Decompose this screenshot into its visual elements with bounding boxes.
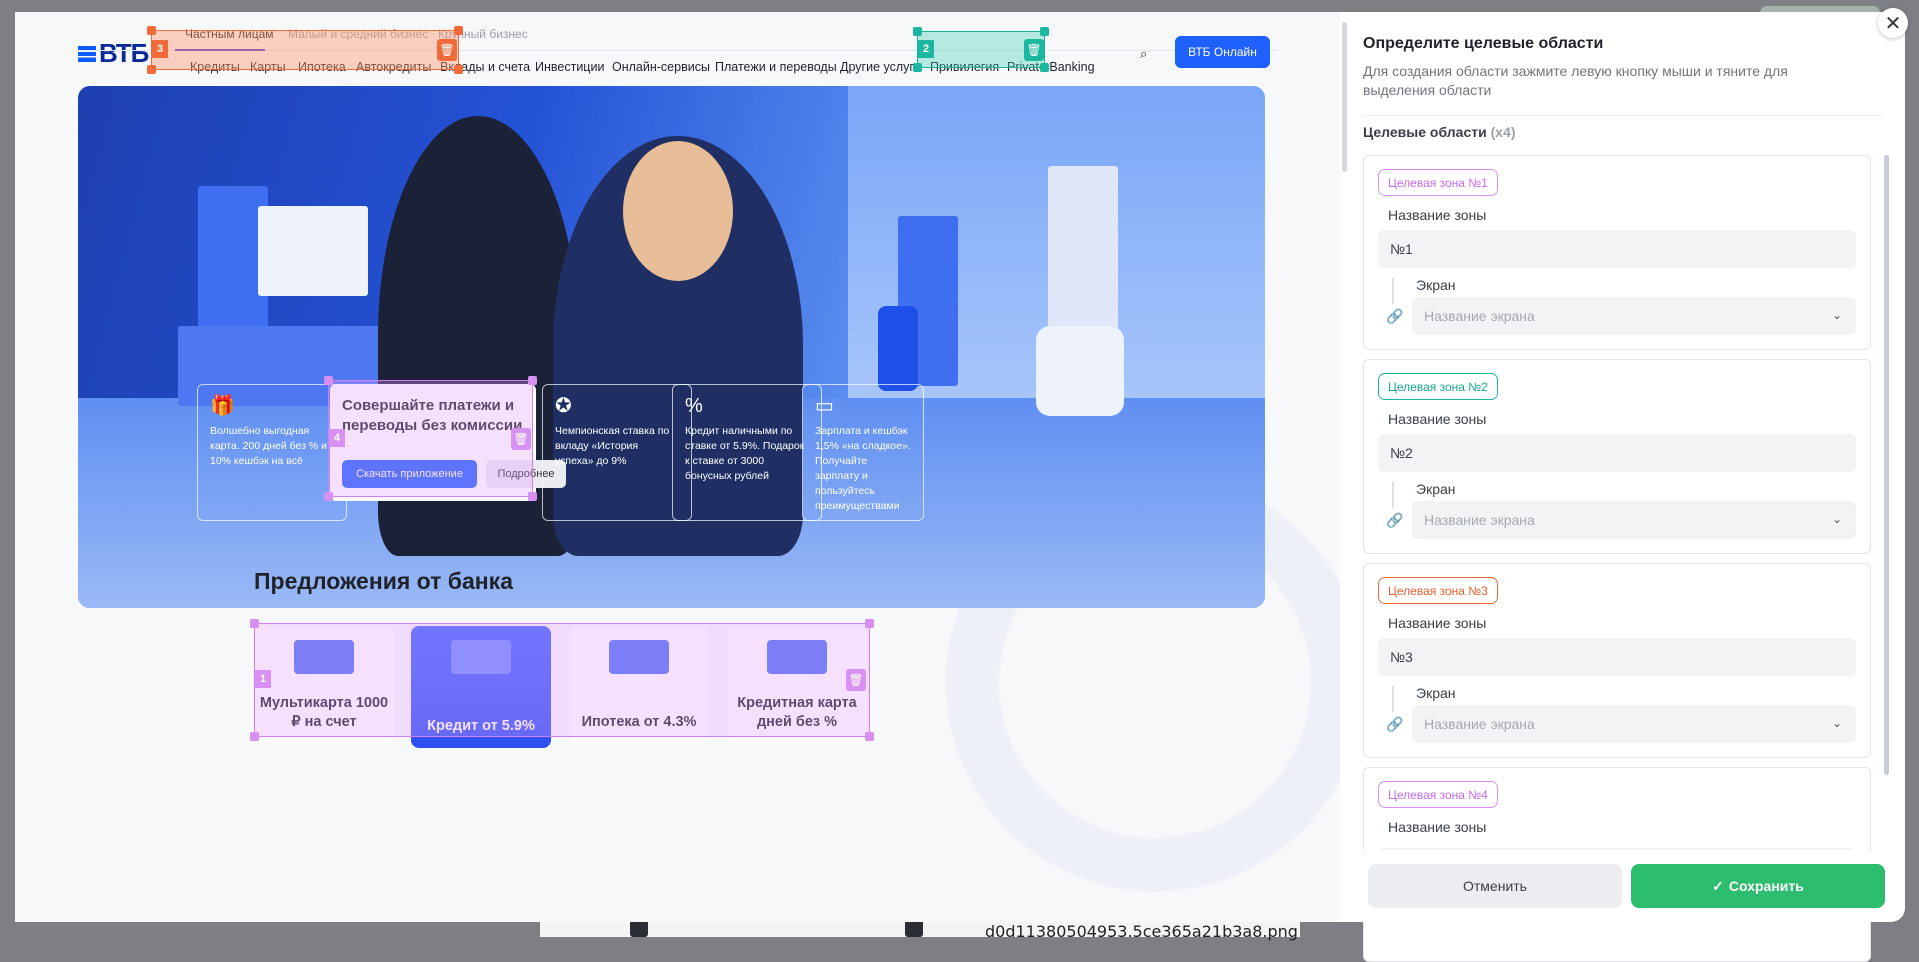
- close-icon[interactable]: ✕: [1878, 8, 1908, 38]
- zone-tag: Целевая зона №3: [1378, 577, 1498, 604]
- screen-select[interactable]: Название экрана ⌄: [1412, 705, 1856, 743]
- link-icon[interactable]: 🔗: [1386, 308, 1403, 325]
- star-icon: ✪: [555, 395, 572, 417]
- zone-tag: Целевая зона №4: [1378, 781, 1498, 808]
- trash-icon[interactable]: 🗑: [511, 428, 531, 450]
- zone-card-3: Целевая зона №3 Название зоны №3 Экран 🔗…: [1363, 563, 1871, 758]
- link-icon[interactable]: 🔗: [1386, 512, 1403, 529]
- zone-tag: Целевая зона №2: [1378, 373, 1498, 400]
- resize-handle[interactable]: [913, 27, 922, 36]
- resize-handle[interactable]: [865, 619, 874, 628]
- resize-handle[interactable]: [1040, 27, 1049, 36]
- background-filename: d0d11380504953.5ce365a21b3a8.png: [985, 922, 1298, 941]
- nav-payments[interactable]: Платежи и переводы: [715, 60, 837, 74]
- nav-online-services[interactable]: Онлайн-сервисы: [612, 60, 710, 74]
- hero-card-credit[interactable]: % Кредит наличными по ставке от 5.9%. Под…: [672, 384, 822, 521]
- resize-handle[interactable]: [454, 26, 463, 35]
- chevron-down-icon: ⌄: [1831, 512, 1842, 526]
- resize-handle[interactable]: [324, 492, 333, 501]
- percent-icon: %: [685, 395, 703, 417]
- zone-tag: Целевая зона №1: [1378, 169, 1498, 196]
- offers-title: Предложения от банка: [254, 568, 513, 594]
- resize-handle[interactable]: [865, 732, 874, 741]
- zone-name-label: Название зоны: [1388, 615, 1487, 631]
- background-thumb: [630, 920, 648, 937]
- resize-handle[interactable]: [528, 376, 537, 385]
- hero-face: [623, 141, 733, 281]
- panel-divider: [1363, 115, 1883, 116]
- hero-building: [258, 206, 368, 296]
- resize-handle[interactable]: [913, 63, 922, 72]
- search-icon[interactable]: ⌕: [1140, 46, 1147, 62]
- panel-title: Определите целевые области: [1363, 35, 1604, 52]
- screen-label: Экран: [1416, 277, 1456, 293]
- resize-handle[interactable]: [528, 492, 537, 501]
- zone-name-label: Название зоны: [1388, 411, 1487, 427]
- screen-select[interactable]: Название экрана ⌄: [1412, 297, 1856, 335]
- chevron-down-icon: ⌄: [1831, 716, 1842, 730]
- hero-banner: [78, 86, 1265, 608]
- target-zone-1[interactable]: 1 🗑: [250, 619, 874, 741]
- nav-other[interactable]: Другие услуги: [840, 60, 921, 74]
- tree-line: [1392, 278, 1394, 304]
- save-button[interactable]: ✓ Сохранить: [1631, 864, 1885, 908]
- trash-icon[interactable]: 🗑: [437, 39, 457, 61]
- zones-count: Целевые области (x4): [1363, 124, 1516, 140]
- resize-handle[interactable]: [147, 26, 156, 35]
- zone-number: 2: [918, 40, 934, 58]
- tree-line: [1392, 482, 1394, 508]
- target-zone-4[interactable]: 4 🗑: [324, 376, 537, 501]
- vtb-logo: ВТБ: [78, 38, 149, 69]
- resize-handle[interactable]: [250, 619, 259, 628]
- background-thumb: [905, 920, 923, 937]
- screen-label: Экран: [1416, 685, 1456, 701]
- zone-card-1: Целевая зона №1 Название зоны №1 Экран 🔗…: [1363, 155, 1871, 350]
- panel-subtitle: Для создания области зажмите левую кнопк…: [1363, 63, 1788, 98]
- chevron-down-icon: ⌄: [1831, 308, 1842, 322]
- hero-phone: [878, 306, 918, 391]
- hero-app-icon: [1036, 326, 1124, 416]
- card-icon: ▭: [815, 395, 834, 417]
- resize-handle[interactable]: [324, 376, 333, 385]
- resize-handle[interactable]: [147, 65, 156, 74]
- vtb-online-button[interactable]: ВТБ Онлайн: [1175, 36, 1270, 68]
- target-zone-2[interactable]: 2 🗑: [913, 27, 1049, 72]
- zone-name-input[interactable]: №1: [1378, 230, 1856, 268]
- zone-card-2: Целевая зона №2 Название зоны №2 Экран 🔗…: [1363, 359, 1871, 554]
- zone-name-input[interactable]: №3: [1378, 638, 1856, 676]
- target-zone-3[interactable]: 3 🗑: [147, 26, 463, 74]
- screen-label: Экран: [1416, 481, 1456, 497]
- zone-number: 3: [152, 40, 168, 58]
- zone-name-label: Название зоны: [1388, 819, 1487, 835]
- nav-investments[interactable]: Инвестиции: [535, 60, 604, 74]
- panel-scrollbar[interactable]: [1884, 155, 1889, 775]
- zone-number: 1: [255, 670, 271, 688]
- zone-number: 4: [329, 429, 345, 447]
- resize-handle[interactable]: [1040, 63, 1049, 72]
- gift-icon: 🎁: [210, 395, 235, 417]
- hero-card-deposit[interactable]: ✪ Чемпионская ставка по вкладу «История у…: [542, 384, 692, 521]
- zone-name-label: Название зоны: [1388, 207, 1487, 223]
- canvas-scrollbar[interactable]: [1342, 22, 1347, 172]
- trash-icon[interactable]: 🗑: [1024, 39, 1044, 61]
- screen-select[interactable]: Название экрана ⌄: [1412, 501, 1856, 539]
- cancel-button[interactable]: Отменить: [1368, 864, 1622, 908]
- link-icon[interactable]: 🔗: [1386, 716, 1403, 733]
- resize-handle[interactable]: [250, 732, 259, 741]
- check-icon: ✓: [1712, 877, 1724, 894]
- resize-handle[interactable]: [454, 65, 463, 74]
- trash-icon[interactable]: 🗑: [846, 669, 866, 691]
- tree-line: [1392, 686, 1394, 712]
- zone-name-input[interactable]: №2: [1378, 434, 1856, 472]
- hero-card-salary[interactable]: ▭ Зарплата и кешбэк 1,5% «на сладкое». По…: [802, 384, 924, 521]
